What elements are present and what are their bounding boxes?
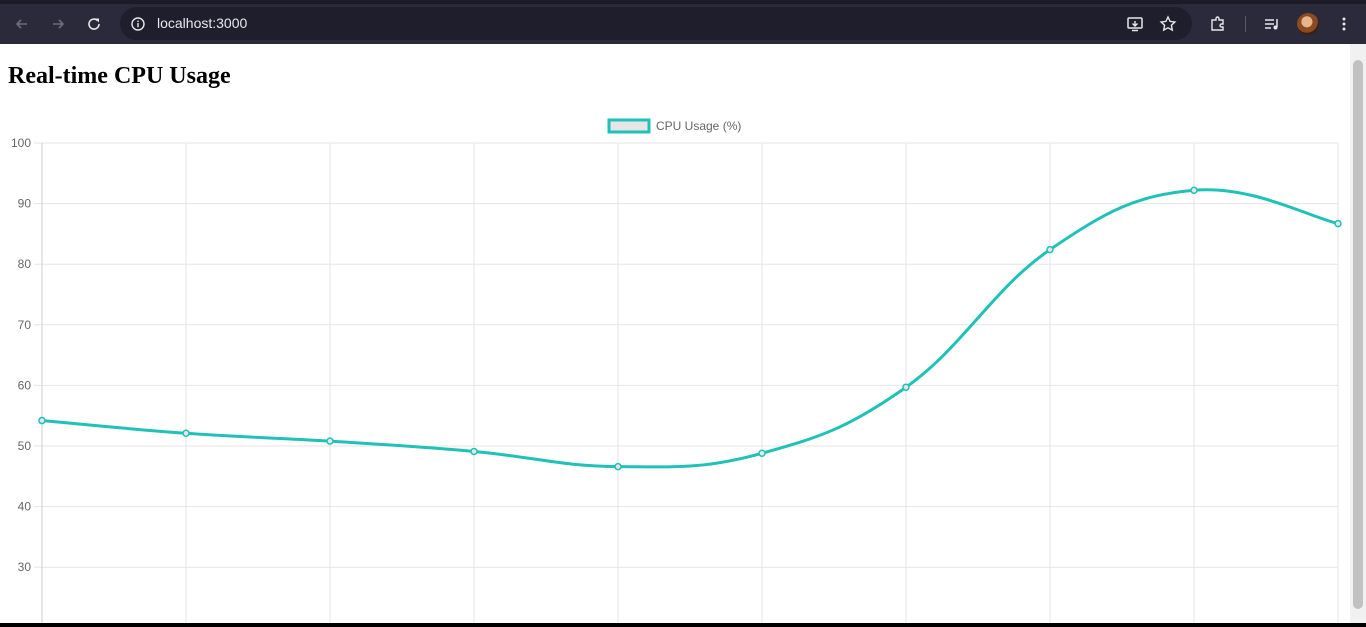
- data-point: [470, 447, 478, 456]
- back-icon: [15, 19, 27, 29]
- y-tick-label: 70: [18, 318, 32, 332]
- scrollbar-thumb[interactable]: [1353, 60, 1363, 609]
- data-point: [326, 437, 334, 445]
- back-button[interactable]: [8, 10, 36, 38]
- y-tick-label: 90: [18, 197, 32, 211]
- address-bar[interactable]: localhost:3000: [120, 7, 1192, 40]
- site-info-button[interactable]: [127, 13, 149, 35]
- reload-button[interactable]: [80, 10, 108, 38]
- install-app-button[interactable]: [1121, 10, 1149, 38]
- site-info-icon: [131, 17, 145, 31]
- legend-label: CPU Usage (%): [656, 119, 741, 133]
- vertical-scrollbar[interactable]: [1350, 44, 1366, 623]
- data-point: [614, 462, 622, 471]
- url-text[interactable]: localhost:3000: [157, 15, 247, 31]
- data-point: [182, 429, 190, 438]
- menu-icon: [1342, 17, 1346, 31]
- page-content: Real-time CPU Usage 30 40 50 60 70 80 90 100 CP…: [0, 44, 1366, 623]
- data-point: [1046, 245, 1054, 254]
- reload-icon: [88, 18, 100, 30]
- data-point: [38, 416, 46, 425]
- forward-button[interactable]: [44, 10, 72, 38]
- chart-legend: CPU Usage (%): [607, 118, 741, 134]
- window-bottom-strip: [0, 623, 1366, 627]
- y-tick-label: 30: [18, 560, 32, 574]
- install-app-icon: [1127, 17, 1143, 32]
- y-axis: 30 40 50 60 70 80 90 100: [11, 136, 31, 574]
- data-point: [758, 449, 766, 458]
- bookmark-star-icon: [1159, 15, 1177, 32]
- menu-button[interactable]: [1330, 10, 1358, 38]
- extensions-icon: [1211, 16, 1224, 31]
- y-tick-label: 50: [18, 439, 32, 453]
- toolbar-separator: [1245, 16, 1246, 32]
- chart-series: [38, 186, 1342, 471]
- browser-toolbar: localhost:3000: [0, 4, 1366, 44]
- series-line: [41, 188, 1339, 469]
- forward-icon: [53, 19, 65, 29]
- y-tick-label: 80: [18, 257, 32, 271]
- media-control-button[interactable]: [1258, 10, 1286, 38]
- data-point: [1190, 186, 1198, 195]
- media-control-icon: [1265, 19, 1278, 30]
- data-point: [902, 383, 910, 391]
- data-point: [1334, 219, 1342, 228]
- cpu-usage-chart: 30 40 50 60 70 80 90 100 CPU Usage (%): [11, 118, 1342, 623]
- avatar[interactable]: [1297, 13, 1319, 35]
- legend-swatch: [607, 118, 651, 134]
- extensions-button[interactable]: [1204, 10, 1232, 38]
- y-tick-label: 40: [18, 500, 32, 514]
- y-tick-label: 100: [11, 136, 31, 150]
- bookmark-button[interactable]: [1154, 10, 1182, 38]
- chart-grid: [34, 142, 1339, 623]
- y-tick-label: 60: [18, 378, 32, 392]
